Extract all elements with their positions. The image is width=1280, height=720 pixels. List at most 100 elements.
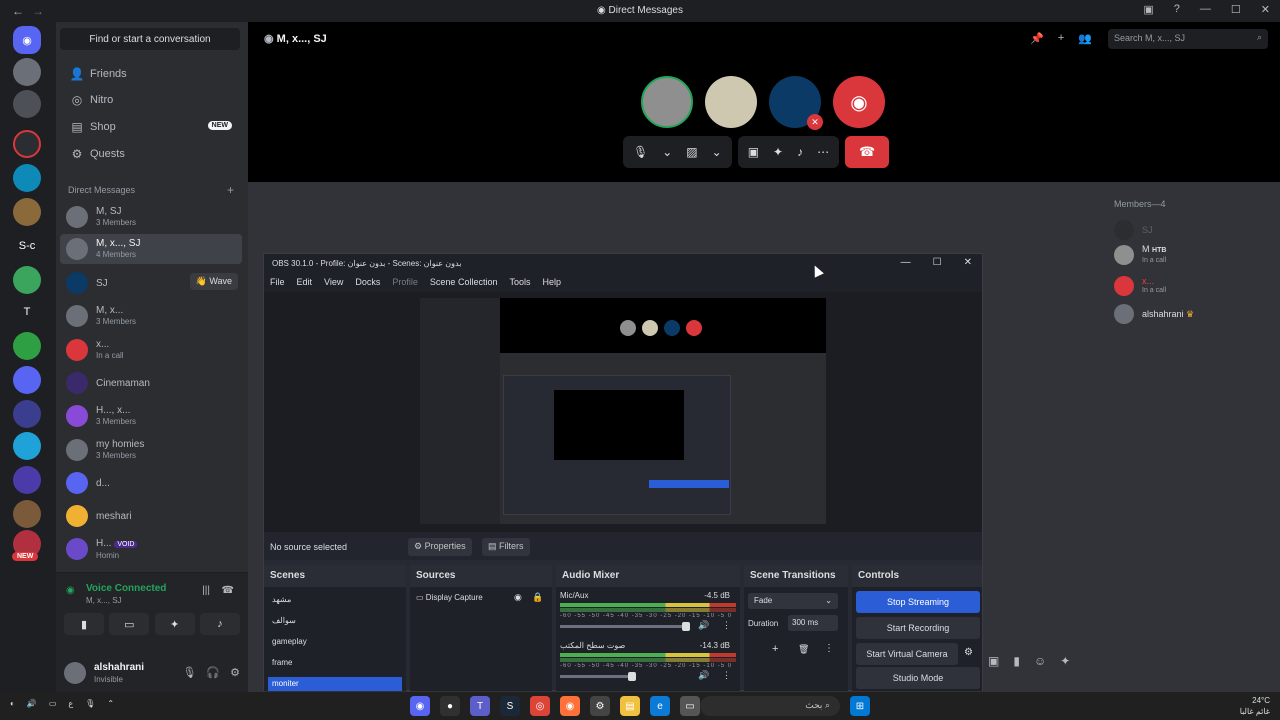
dm-item[interactable]: Cinemaman [60, 368, 242, 398]
app-icon[interactable]: ▭ [680, 696, 700, 716]
menu-docks[interactable]: Docks [355, 277, 380, 289]
file-explorer-icon[interactable]: ▤ [620, 696, 640, 716]
menu-help[interactable]: Help [542, 277, 561, 289]
server-icon[interactable] [13, 130, 41, 158]
wave-button[interactable]: 👋 Wave [189, 273, 238, 290]
chrome-app-icon[interactable]: ◎ [530, 696, 550, 716]
headphones-icon[interactable]: 🎧 [206, 666, 220, 679]
camera-button[interactable]: ▮ [64, 613, 104, 635]
server-icon[interactable] [13, 400, 41, 428]
mic-control[interactable]: 🎙 ⌄ ▨ ⌄ [623, 136, 732, 168]
server-icon[interactable] [13, 164, 41, 192]
screen-share-button[interactable]: ▭ [109, 613, 150, 635]
nav-friends[interactable]: 👤 Friends [64, 63, 240, 85]
minimize-button[interactable]: — [1200, 3, 1211, 16]
member-item[interactable]: alshahrani ♛ [1114, 304, 1194, 324]
nav-shop[interactable]: ▤ Shop NEW [64, 116, 240, 138]
maximize-button[interactable]: ☐ [1231, 3, 1241, 16]
stop-streaming-button[interactable]: Stop Streaming [856, 591, 980, 613]
microphone-icon[interactable]: 🎙 [182, 666, 196, 679]
eye-icon[interactable]: ◉ [514, 592, 522, 603]
studio-mode-button[interactable]: Studio Mode [856, 667, 980, 689]
activities-icon[interactable]: ✦ [773, 145, 783, 159]
help-icon[interactable]: ? [1174, 3, 1180, 16]
trash-icon[interactable]: 🗑 [798, 644, 809, 655]
disconnect-icon[interactable]: ☎ [222, 585, 234, 596]
start-virtual-camera-button[interactable]: Start Virtual Camera [856, 643, 958, 665]
member-item[interactable]: M HTB In a call [1114, 244, 1166, 266]
more-icon[interactable]: ⋮ [722, 620, 731, 631]
chevron-up-icon[interactable]: ⌃ [107, 699, 114, 708]
server-icon[interactable] [13, 500, 41, 528]
voice-connected-label[interactable]: Voice Connected [86, 583, 166, 594]
camera-off-icon[interactable]: ▨ [686, 145, 697, 159]
menu-scene-collection[interactable]: Scene Collection [430, 277, 498, 289]
server-icon[interactable] [13, 366, 41, 394]
start-recording-button[interactable]: Start Recording [856, 617, 980, 639]
dm-item[interactable]: SJ 👋 Wave [60, 268, 242, 298]
microphone-icon[interactable]: 🎙 [85, 699, 95, 708]
server-icon[interactable] [13, 266, 41, 294]
filters-button[interactable]: ▤ Filters [482, 538, 530, 556]
scene-item[interactable]: سوالف [268, 614, 402, 628]
dm-item[interactable]: H..., x... 3 Members [60, 401, 242, 431]
discord-app-icon[interactable]: ◉ [410, 696, 430, 716]
dm-item[interactable]: x... In a call [60, 335, 242, 365]
dm-item[interactable]: M, x... 3 Members [60, 301, 242, 331]
chevron-down-icon[interactable]: ⌄ [712, 145, 722, 159]
close-button[interactable]: ✕ [1261, 3, 1270, 16]
server-icon[interactable] [13, 90, 41, 118]
dm-item[interactable]: H... VOID Homin [60, 534, 242, 564]
dm-item[interactable]: my homies 3 Members [60, 435, 242, 465]
menu-tools[interactable]: Tools [509, 277, 530, 289]
add-friend-icon[interactable]: + [1058, 32, 1064, 45]
find-conversation-button[interactable]: Find or start a conversation [60, 28, 240, 50]
duration-input[interactable]: 300 ms [788, 615, 838, 631]
speaker-icon[interactable]: 🔊 [698, 670, 709, 681]
participant-avatar[interactable] [705, 76, 757, 128]
dm-item[interactable]: M, SJ 3 Members [60, 202, 242, 232]
taskbar-search[interactable]: بحث ⌕ [700, 696, 840, 716]
volume-slider[interactable] [560, 672, 636, 681]
gear-icon[interactable]: ⚙ [964, 647, 973, 658]
server-icon[interactable] [13, 198, 41, 226]
properties-button[interactable]: ⚙ Properties [408, 538, 472, 556]
network-icon[interactable]: ▭ [49, 699, 57, 708]
server-icon[interactable] [13, 432, 41, 460]
members-icon[interactable]: 👥 [1078, 32, 1092, 45]
chevron-down-icon[interactable]: ⌄ [662, 145, 672, 159]
slider-knob[interactable] [682, 622, 690, 631]
scene-item[interactable]: gameplay [268, 635, 402, 649]
lock-icon[interactable]: 🔒 [532, 592, 543, 603]
member-item[interactable]: x... In a call [1114, 276, 1166, 296]
menu-edit[interactable]: Edit [297, 277, 313, 289]
transition-select[interactable]: Fade ⌄ [748, 593, 838, 609]
member-item[interactable]: SJ [1114, 220, 1153, 240]
obs-preview[interactable] [420, 298, 826, 524]
hang-up-button[interactable]: ☎ [845, 136, 890, 168]
obs-minimize-button[interactable]: — [901, 257, 911, 268]
scene-item[interactable]: مشهد [268, 593, 402, 607]
create-dm-icon[interactable]: + [227, 183, 234, 197]
volume-icon[interactable]: 🔊 [27, 699, 37, 708]
menu-profile[interactable]: Profile [392, 277, 418, 289]
teams-app-icon[interactable]: T [470, 696, 490, 716]
source-item[interactable]: ▭ Display Capture [416, 593, 483, 602]
server-icon[interactable] [13, 466, 41, 494]
more-icon[interactable]: ⋮ [722, 670, 731, 681]
dm-item[interactable]: d... [60, 468, 242, 498]
participant-avatar[interactable] [641, 76, 693, 128]
nav-quests[interactable]: ⚙ Quests [64, 143, 240, 165]
screen-share-icon[interactable]: ▣ [748, 145, 759, 159]
more-icon[interactable]: ⋮ [824, 643, 834, 654]
microphone-icon[interactable]: 🎙 [633, 145, 648, 159]
scene-item-selected[interactable]: moniter [268, 677, 402, 691]
tray-icon[interactable]: ◐ [10, 699, 15, 708]
home-button[interactable]: ◉ [13, 26, 41, 54]
pin-icon[interactable]: 📌 [1030, 32, 1044, 45]
popout-icon[interactable]: ▣ [988, 654, 999, 668]
obs-maximize-button[interactable]: ☐ [933, 257, 942, 268]
steam-app-icon[interactable]: S [500, 696, 520, 716]
server-text-icon[interactable]: S-c [13, 232, 41, 260]
slider-knob[interactable] [628, 672, 636, 681]
